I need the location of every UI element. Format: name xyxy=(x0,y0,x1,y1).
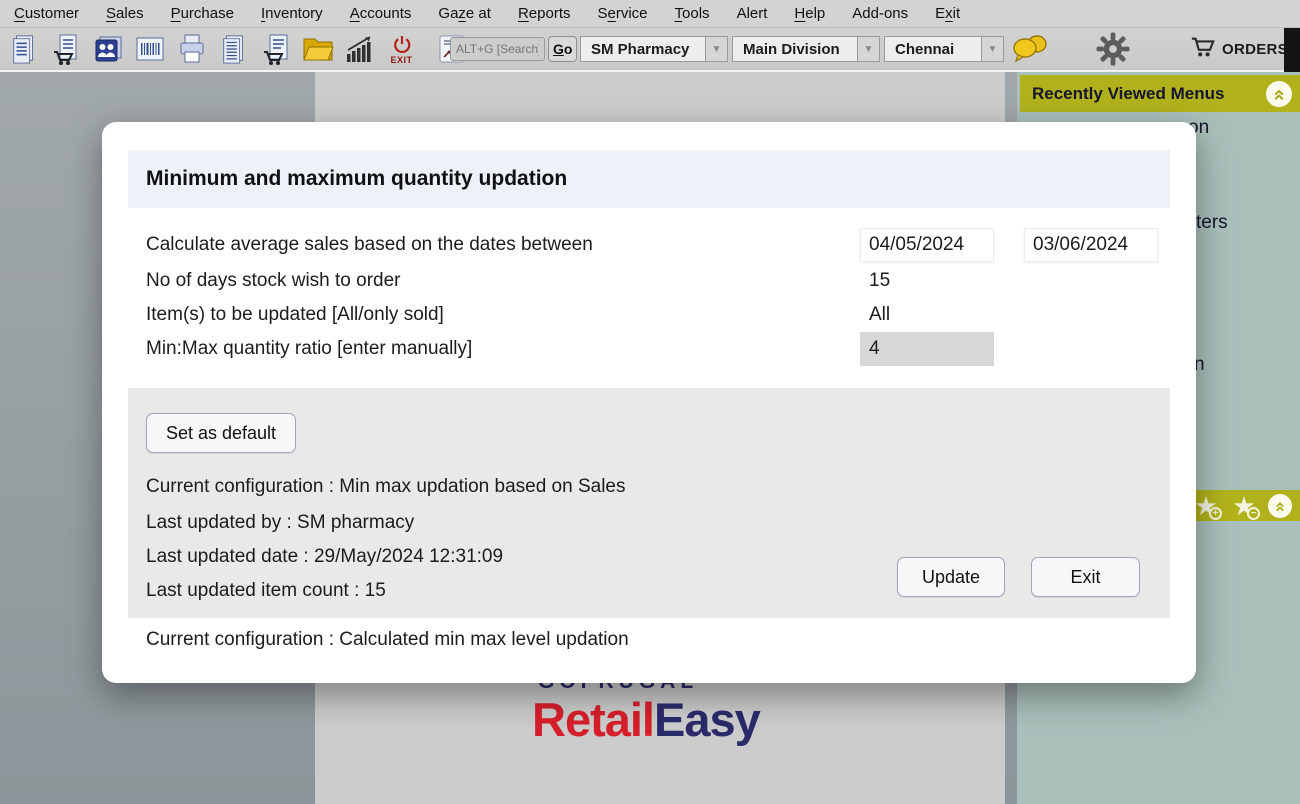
collapse-chevron-icon[interactable] xyxy=(1266,81,1292,107)
exit-power-icon[interactable]: EXIT xyxy=(384,30,419,68)
dialog-header: Minimum and maximum quantity updation xyxy=(128,150,1170,208)
list-document-icon[interactable] xyxy=(216,30,251,68)
exit-icon-label: EXIT xyxy=(390,56,412,64)
menu-accounts[interactable]: Accounts xyxy=(350,5,412,22)
items-updated-row: Item(s) to be updated [All/only sold] Al… xyxy=(146,298,1152,332)
location-dropdown[interactable]: Chennai ▼ xyxy=(884,36,1004,62)
last-updated-count-text: Last updated item count : 15 xyxy=(146,580,386,602)
from-date-field[interactable]: 04/05/2024 xyxy=(860,228,994,262)
company-dropdown[interactable]: SM Pharmacy ▼ xyxy=(580,36,728,62)
menu-inventory[interactable]: Inventory xyxy=(261,5,323,22)
ratio-label: Min:Max quantity ratio [enter manually] xyxy=(146,338,472,360)
chevron-down-icon[interactable]: ▼ xyxy=(981,37,1003,61)
min-max-quantity-dialog: Minimum and maximum quantity updation Ca… xyxy=(102,122,1196,683)
purchase-cart-icon[interactable] xyxy=(258,30,293,68)
recently-viewed-menus-header[interactable]: Recently Viewed Menus xyxy=(1020,75,1300,112)
folder-icon[interactable] xyxy=(300,30,335,68)
menu-reports[interactable]: Reports xyxy=(518,5,571,22)
recently-viewed-menus-title: Recently Viewed Menus xyxy=(1032,84,1224,104)
to-date-field[interactable]: 03/06/2024 xyxy=(1024,228,1158,262)
days-stock-row: No of days stock wish to order 15 xyxy=(146,264,1152,298)
dialog-config-section: Set as default Current configuration : M… xyxy=(128,388,1170,618)
customers-icon[interactable] xyxy=(90,30,125,68)
settings-gear-icon[interactable] xyxy=(1095,28,1131,70)
barcode-icon[interactable] xyxy=(132,30,167,68)
dates-row: Calculate average sales based on the dat… xyxy=(146,228,1152,262)
exit-button[interactable]: Exit xyxy=(1031,557,1140,597)
favorite-add-icon[interactable]: ★+ xyxy=(1192,492,1220,520)
toolbar-icon-group: EXIT xyxy=(6,28,469,70)
menu-item-fragment[interactable]: ters xyxy=(1196,212,1228,234)
global-search-input[interactable] xyxy=(450,37,545,61)
dates-row-label: Calculate average sales based on the dat… xyxy=(146,234,593,256)
days-stock-value[interactable]: 15 xyxy=(860,270,890,292)
menu-tools[interactable]: Tools xyxy=(675,5,710,22)
company-dropdown-value: SM Pharmacy xyxy=(581,37,705,61)
ratio-input[interactable]: 4 xyxy=(860,332,994,366)
last-updated-by-text: Last updated by : SM pharmacy xyxy=(146,512,414,534)
orders-cart-icon xyxy=(1190,35,1216,63)
orders-label: ORDERS xyxy=(1222,41,1288,58)
division-dropdown-value: Main Division xyxy=(733,37,857,61)
chevron-down-icon[interactable]: ▼ xyxy=(705,37,727,61)
current-config-text: Current configuration : Min max updation… xyxy=(146,476,626,498)
retaileasy-wordmark: RetailEasy xyxy=(532,694,760,746)
items-updated-value[interactable]: All xyxy=(860,304,890,326)
application-window: Customer Sales Purchase Inventory Accounts Ga… xyxy=(0,0,1300,804)
set-as-default-button[interactable]: Set as default xyxy=(146,413,296,453)
days-stock-label: No of days stock wish to order xyxy=(146,270,401,292)
collapse-chevron-icon[interactable] xyxy=(1268,494,1292,518)
items-updated-label: Item(s) to be updated [All/only sold] xyxy=(146,304,444,326)
menu-purchase[interactable]: Purchase xyxy=(171,5,234,22)
menu-customer[interactable]: Customer xyxy=(14,5,79,22)
toolbar-end-strip xyxy=(1284,28,1300,72)
dialog-title: Minimum and maximum quantity updation xyxy=(146,167,567,191)
menu-exit[interactable]: Exit xyxy=(935,5,960,22)
print-icon[interactable] xyxy=(174,30,209,68)
orders-button[interactable]: ORDERS xyxy=(1190,28,1288,70)
sales-graph-icon[interactable] xyxy=(342,30,377,68)
menu-add-ons[interactable]: Add-ons xyxy=(852,5,908,22)
location-dropdown-value: Chennai xyxy=(885,37,981,61)
menu-gaze-at[interactable]: Gaze at xyxy=(438,5,491,22)
favorite-remove-icon[interactable]: ★− xyxy=(1230,492,1258,520)
toolbar: EXIT Go SM Pharmacy ▼ Main Division ▼ xyxy=(0,28,1300,72)
chevron-down-icon[interactable]: ▼ xyxy=(857,37,879,61)
chat-bubbles-icon[interactable] xyxy=(1010,28,1050,70)
go-button[interactable]: Go xyxy=(548,36,577,62)
menu-sales[interactable]: Sales xyxy=(106,5,144,22)
update-button[interactable]: Update xyxy=(897,557,1005,597)
ratio-row: Min:Max quantity ratio [enter manually] … xyxy=(146,332,1152,366)
invoice-icon[interactable] xyxy=(6,30,41,68)
sales-cart-icon[interactable] xyxy=(48,30,83,68)
menu-bar: Customer Sales Purchase Inventory Accounts Ga… xyxy=(0,0,1300,28)
division-dropdown[interactable]: Main Division ▼ xyxy=(732,36,880,62)
menu-help[interactable]: Help xyxy=(794,5,825,22)
menu-alert[interactable]: Alert xyxy=(737,5,768,22)
last-updated-date-text: Last updated date : 29/May/2024 12:31:09 xyxy=(146,546,503,568)
bottom-config-text: Current configuration : Calculated min m… xyxy=(146,629,629,651)
menu-service[interactable]: Service xyxy=(598,5,648,22)
